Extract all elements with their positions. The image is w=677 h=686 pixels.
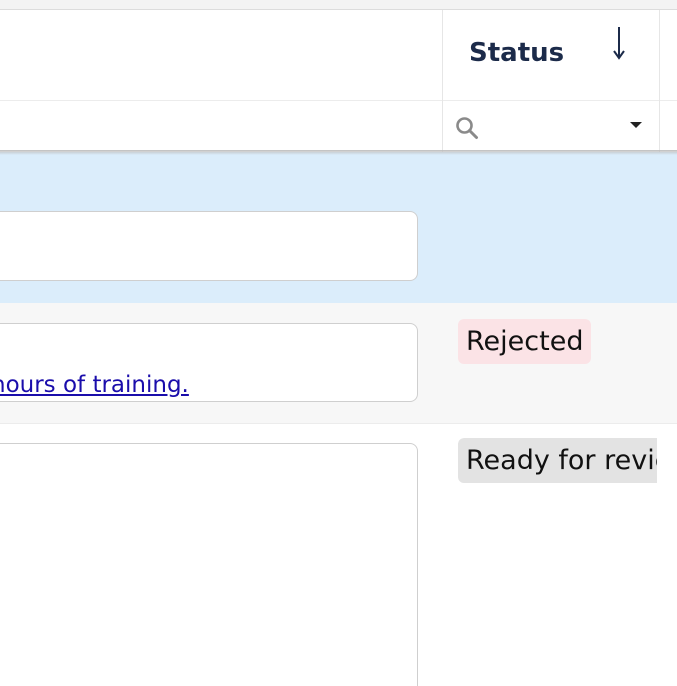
status-badge: Ready for revie: [458, 438, 657, 483]
status-badge-clip: Ready for revie: [458, 438, 657, 484]
search-icon: [456, 117, 478, 139]
status-badge: Rejected: [458, 319, 592, 364]
table-row[interactable]: Ready for revie: [0, 424, 677, 686]
text-cell-box[interactable]: hours of training.: [0, 323, 418, 402]
scroll-container-top: [0, 0, 677, 10]
text-cell-box[interactable]: [0, 443, 418, 686]
header-shadow: [0, 150, 677, 155]
table-header-row: Status: [0, 10, 677, 101]
status-column-header[interactable]: Status: [469, 38, 564, 68]
table-row[interactable]: [0, 152, 677, 303]
arrow-down-icon[interactable]: [609, 23, 629, 63]
caret-down-icon[interactable]: [629, 121, 643, 129]
status-filter-input[interactable]: [482, 109, 626, 145]
column-divider[interactable]: [442, 10, 443, 152]
row-text-link[interactable]: hours of training.: [0, 372, 189, 398]
column-divider[interactable]: [659, 10, 660, 152]
text-cell-box[interactable]: [0, 211, 418, 281]
table-row[interactable]: hours of training. Rejected: [0, 303, 677, 424]
data-table-viewport: Status hours of training. Rejected Ready…: [0, 0, 677, 686]
table-filter-row: [0, 101, 677, 151]
